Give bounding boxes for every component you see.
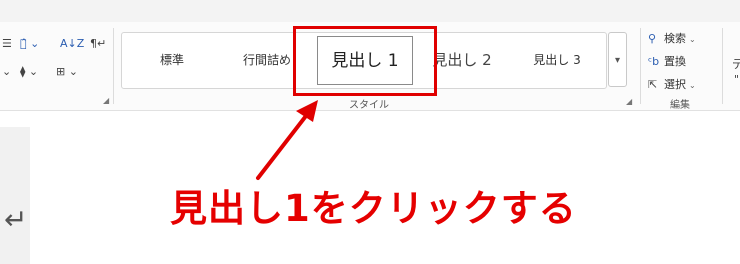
arrow-head (296, 100, 318, 122)
arrow-shaft (256, 110, 311, 180)
instruction-caption: 見出し1をクリックする (170, 187, 577, 230)
